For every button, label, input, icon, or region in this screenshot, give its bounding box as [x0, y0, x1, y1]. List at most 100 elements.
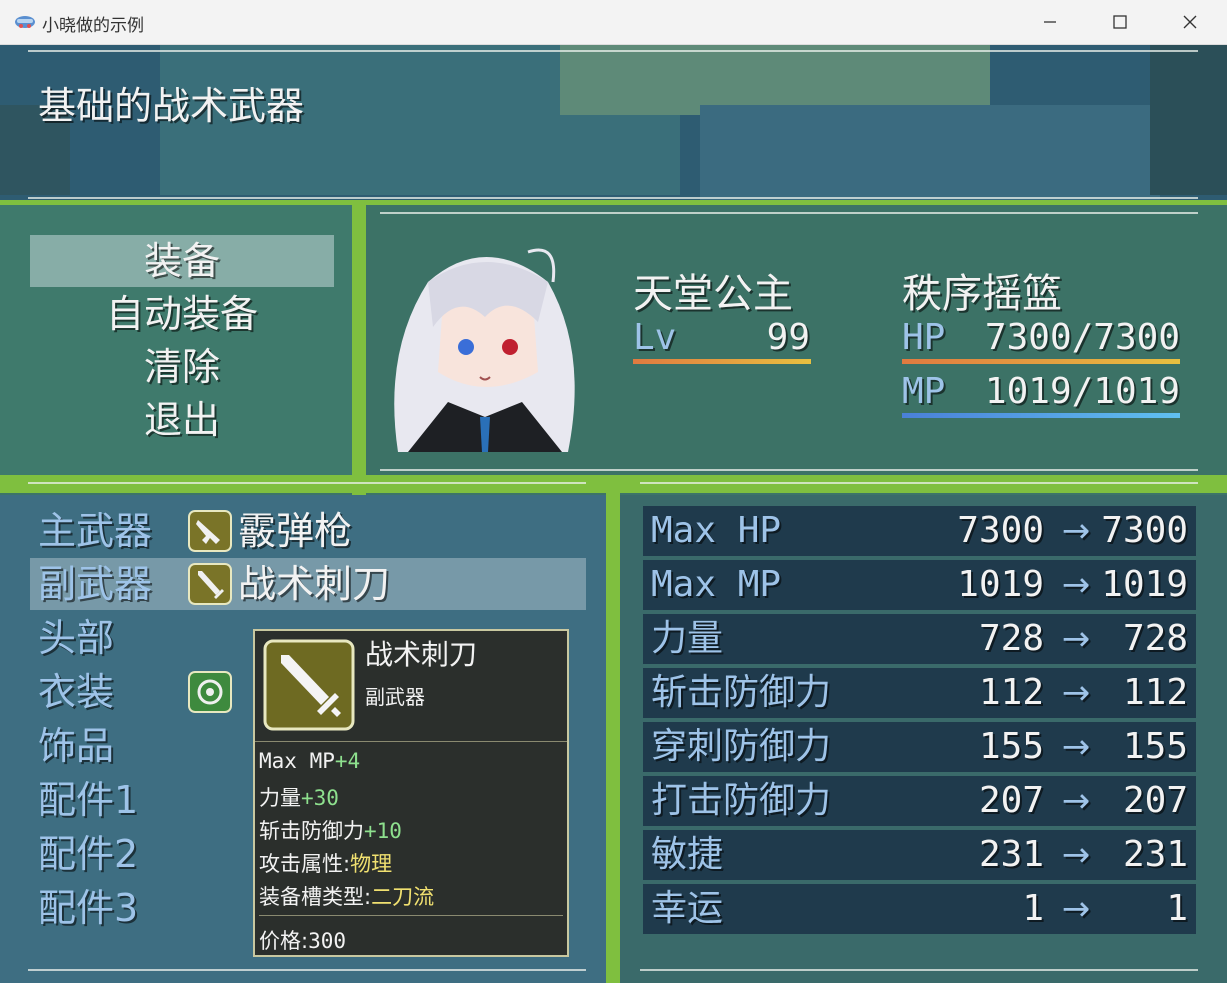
slot-label: 配件3	[38, 886, 139, 930]
hp-gauge	[902, 359, 1180, 364]
stat-name: 力量	[651, 618, 724, 659]
stat-current: 1019	[957, 564, 1044, 605]
level-gauge	[633, 359, 811, 364]
gun-icon	[188, 510, 232, 552]
tooltip-line: 力量+30	[259, 786, 339, 810]
stat-window-bottom-border	[640, 969, 1198, 971]
slot-item-name: 霰弹枪	[238, 509, 353, 553]
stat-row-blunt-def: 打击防御力 207 → 207	[643, 776, 1196, 826]
maximize-icon	[1113, 15, 1127, 29]
command-exit[interactable]: 退出	[30, 394, 334, 446]
stat-new: 155	[1122, 726, 1188, 767]
slot-item-name: 战术刺刀	[238, 562, 391, 606]
stat-row-slash-def: 斩击防御力 112 → 112	[643, 668, 1196, 718]
slot-window-bottom-border	[28, 969, 586, 971]
stat-name: 打击防御力	[651, 780, 832, 821]
stat-window-top-border	[640, 482, 1198, 484]
stat-name: 幸运	[651, 888, 724, 929]
maximize-button[interactable]	[1100, 6, 1140, 38]
armor-icon	[188, 671, 232, 713]
right-arrow-icon: →	[1061, 565, 1091, 605]
stat-new: 728	[1122, 618, 1188, 659]
status-window-bottom-border	[380, 469, 1198, 471]
stat-current: 207	[978, 780, 1044, 821]
stat-current: 7300	[957, 510, 1044, 551]
minimize-icon	[1044, 21, 1056, 23]
tooltip-line: 斩击防御力+10	[259, 819, 402, 843]
window-titlebar: 小晓做的示例	[0, 0, 1227, 45]
stat-name: 敏捷	[651, 834, 724, 875]
app-icon	[15, 16, 35, 28]
stat-name: Max MP	[651, 564, 782, 605]
stat-new: 1019	[1101, 564, 1188, 605]
tooltip-line: 装备槽类型:二刀流	[259, 885, 435, 909]
stat-current: 112	[978, 672, 1044, 713]
hp-value: 7300/7300	[984, 317, 1180, 358]
stat-new: 1	[1166, 888, 1188, 929]
close-button[interactable]	[1170, 6, 1210, 38]
stat-row-luck: 幸运 1 → 1	[643, 884, 1196, 934]
stat-row-strength: 力量 728 → 728	[643, 614, 1196, 664]
slot-label: 饰品	[38, 724, 115, 768]
command-equip[interactable]: 装备	[30, 235, 334, 287]
right-arrow-icon: →	[1061, 781, 1091, 821]
right-arrow-icon: →	[1061, 511, 1091, 551]
slot-row-main-weapon[interactable]: 主武器 霰弹枪	[30, 505, 586, 557]
sword-icon	[263, 639, 355, 731]
stat-row-pierce-def: 穿刺防御力 155 → 155	[643, 722, 1196, 772]
stat-current: 155	[978, 726, 1044, 767]
sword-icon	[188, 563, 232, 605]
tooltip-divider	[255, 741, 567, 742]
slot-label: 副武器	[38, 562, 153, 606]
status-window-top-border	[380, 212, 1198, 214]
stat-current: 1	[1022, 888, 1044, 929]
stat-new: 207	[1122, 780, 1188, 821]
right-arrow-icon: →	[1061, 673, 1091, 713]
hp-label: HP	[902, 317, 946, 358]
help-text: 基础的战术武器	[38, 84, 305, 128]
slot-label: 主武器	[38, 509, 153, 553]
right-arrow-icon: →	[1061, 835, 1091, 875]
stat-new: 231	[1122, 834, 1188, 875]
game-screen: 基础的战术武器 装备 自动装备 清除 退出 天堂公主 秩序摇篮 Lv 99 HP…	[0, 45, 1227, 983]
right-arrow-icon: →	[1061, 727, 1091, 767]
item-tooltip: 战术刺刀 副武器 Max MP+4 力量+30 斩击防御力+10 攻击属性:物理…	[253, 629, 569, 957]
stat-current: 231	[978, 834, 1044, 875]
slot-window-top-border	[28, 482, 586, 484]
level-value: 99	[766, 317, 810, 358]
tooltip-item-name: 战术刺刀	[365, 638, 478, 671]
command-optimize[interactable]: 自动装备	[30, 288, 334, 340]
help-window-top-border	[28, 50, 1198, 52]
stat-row-maxmp: Max MP 1019 → 1019	[643, 560, 1196, 610]
right-arrow-icon: →	[1061, 889, 1091, 929]
command-clear[interactable]: 清除	[30, 341, 334, 393]
actor-portrait	[394, 248, 575, 452]
tooltip-price: 价格:300	[259, 929, 347, 953]
help-window-bottom-border	[28, 197, 1198, 199]
actor-nickname: 秩序摇篮	[902, 271, 1062, 317]
mp-value: 1019/1019	[984, 371, 1180, 412]
slot-label: 衣装	[38, 670, 115, 714]
stat-name: 斩击防御力	[651, 672, 832, 713]
tooltip-line: 攻击属性:物理	[259, 852, 393, 876]
stat-row-maxhp: Max HP 7300 → 7300	[643, 506, 1196, 556]
stat-row-agility: 敏捷 231 → 231	[643, 830, 1196, 880]
stat-name: Max HP	[651, 510, 782, 551]
tooltip-line: Max MP+4	[259, 749, 361, 773]
slot-label: 配件2	[38, 832, 139, 876]
stat-current: 728	[978, 618, 1044, 659]
slot-row-sub-weapon[interactable]: 副武器 战术刺刀	[30, 558, 586, 610]
level-label: Lv	[633, 317, 677, 358]
right-arrow-icon: →	[1061, 619, 1091, 659]
mp-label: MP	[902, 371, 946, 412]
stat-new: 112	[1122, 672, 1188, 713]
slot-label: 头部	[38, 616, 115, 660]
stat-new: 7300	[1101, 510, 1188, 551]
window-title: 小晓做的示例	[42, 16, 144, 36]
slot-label: 配件1	[38, 778, 139, 822]
tooltip-divider	[259, 915, 563, 916]
tooltip-item-type: 副武器	[365, 685, 425, 709]
close-icon	[1183, 15, 1197, 29]
stat-name: 穿刺防御力	[651, 726, 832, 767]
minimize-button[interactable]	[1030, 6, 1070, 38]
